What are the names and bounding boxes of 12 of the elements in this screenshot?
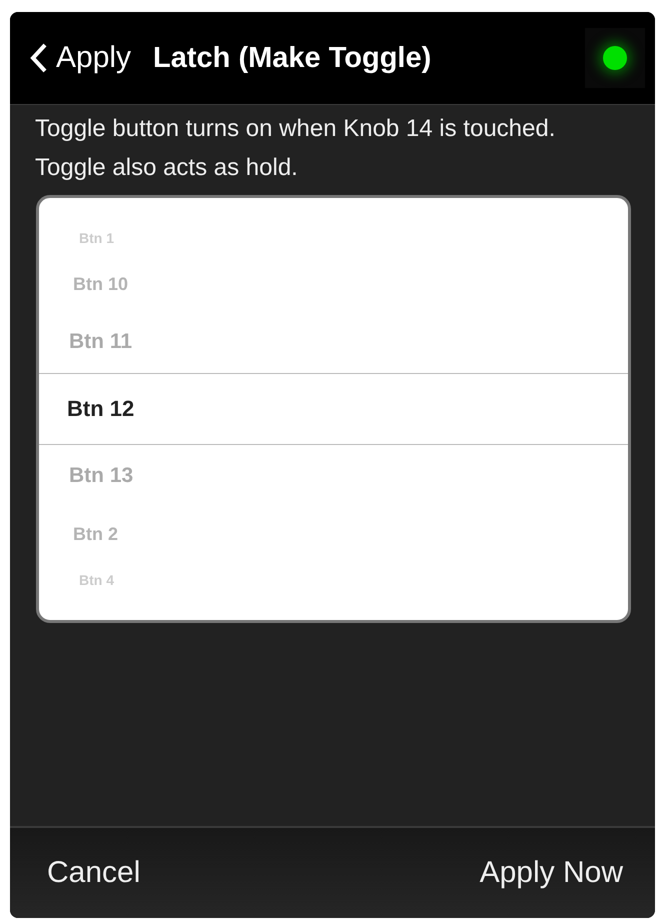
window-title: Latch (Make Toggle): [153, 42, 432, 74]
picker-item[interactable]: Btn 10: [39, 257, 628, 311]
back-button[interactable]: Apply: [30, 41, 132, 75]
picker-item[interactable]: Btn 12: [39, 373, 628, 445]
chevron-left-icon: [30, 42, 48, 74]
description-text: Toggle also acts as hold.: [34, 153, 299, 183]
cancel-button[interactable]: Cancel: [47, 856, 140, 890]
description-text: Toggle button turns on when Knob 14 is touched.: [34, 114, 556, 144]
picker-item[interactable]: Btn 11: [39, 311, 628, 373]
picker-item[interactable]: Btn 13: [39, 445, 628, 507]
apply-now-button[interactable]: Apply Now: [480, 856, 623, 890]
picker-item[interactable]: Btn 2: [39, 507, 628, 561]
